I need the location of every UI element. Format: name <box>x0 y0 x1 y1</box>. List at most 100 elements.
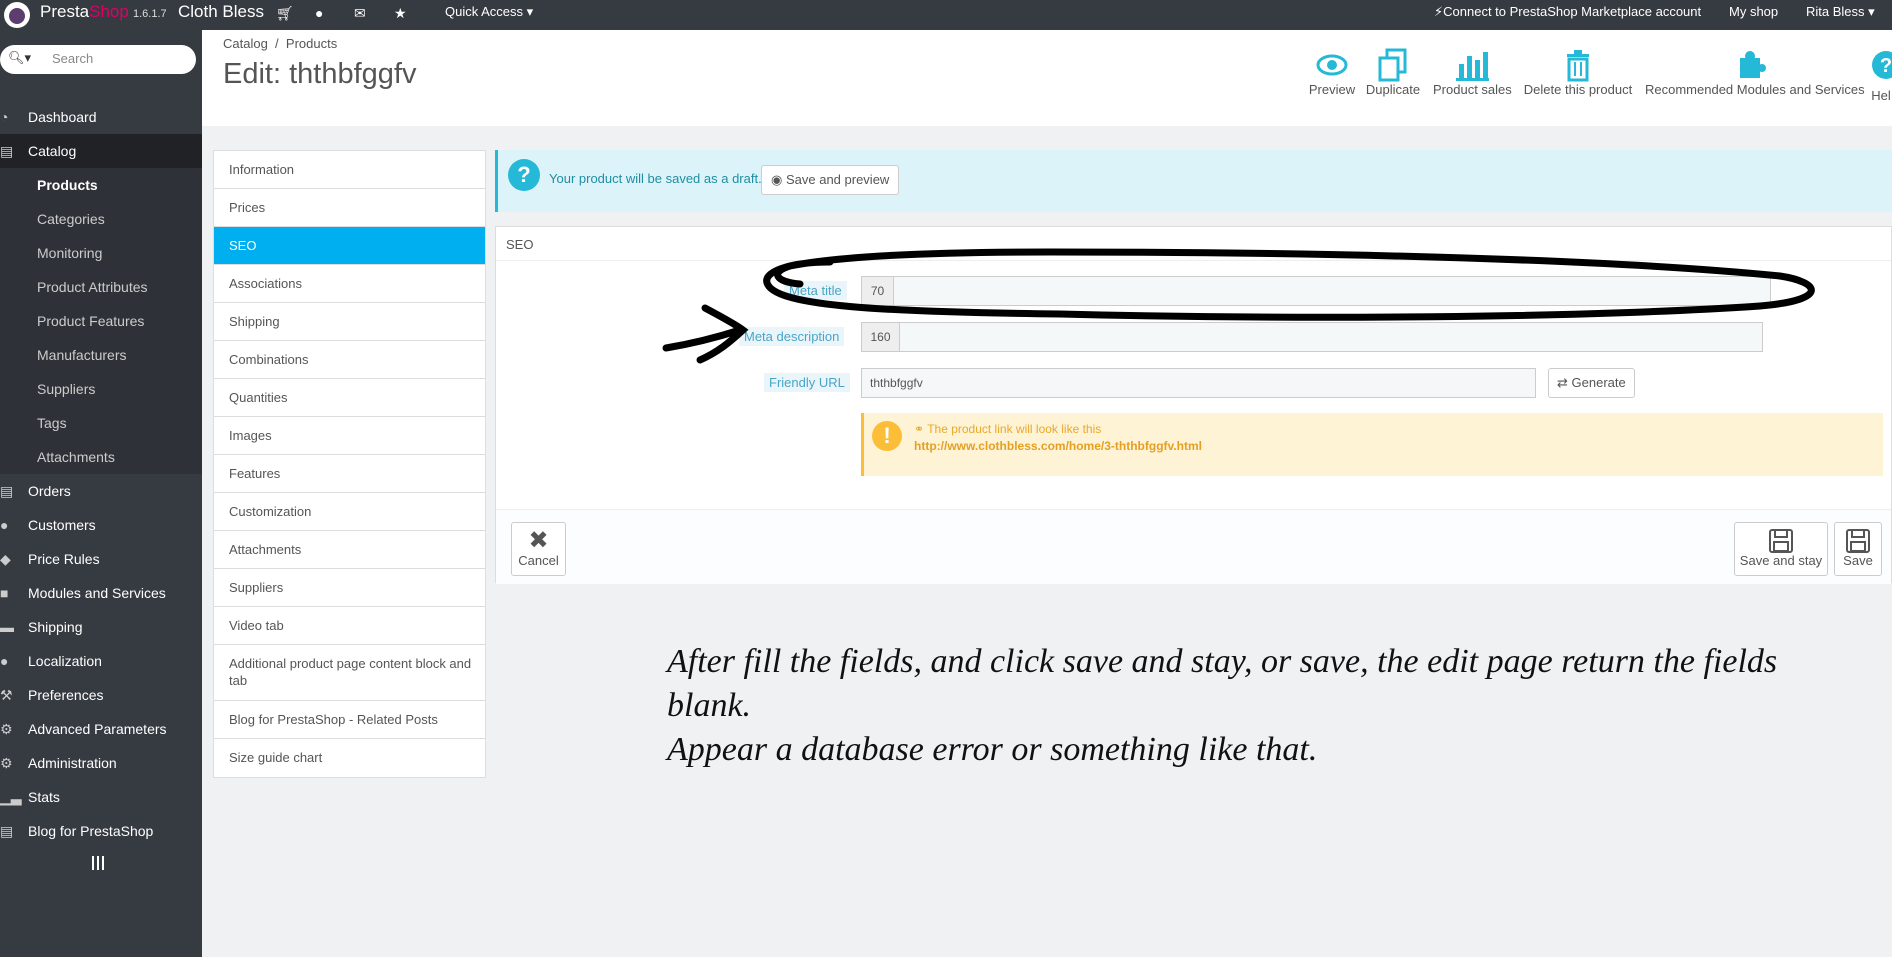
globe-icon: ● <box>0 653 9 669</box>
meta-description-input[interactable]: 160 <box>861 322 1763 352</box>
sidebar-item-dashboard[interactable]: ◔ Dashboard <box>0 100 202 134</box>
tab-size-guide[interactable]: Size guide chart <box>214 739 485 777</box>
eye-icon <box>1316 54 1348 76</box>
meta-title-input[interactable]: 70 <box>861 276 1771 306</box>
store-name[interactable]: Cloth Bless <box>178 0 264 30</box>
mail-icon[interactable]: ✉ <box>354 5 366 22</box>
book-icon: ▤ <box>0 143 14 159</box>
customer-icon[interactable]: ● <box>315 5 323 21</box>
tab-suppliers[interactable]: Suppliers <box>214 569 485 607</box>
sidebar-subitem-product-attributes[interactable]: Product Attributes <box>0 270 202 304</box>
tab-combinations[interactable]: Combinations <box>214 341 485 379</box>
sidebar-subitem-monitoring[interactable]: Monitoring <box>0 236 202 270</box>
blog-icon: ▤ <box>0 823 14 839</box>
tags-icon: ◆ <box>0 551 11 567</box>
collapse-sidebar-icon[interactable] <box>92 856 104 870</box>
close-icon: ✖ <box>528 527 549 554</box>
puzzle-icon: ■ <box>0 585 9 601</box>
sidebar-subitem-products[interactable]: Products <box>0 168 202 202</box>
dashboard-icon: ◔ <box>0 109 9 125</box>
sidebar-item-orders[interactable]: ▤ Orders <box>0 474 202 508</box>
search-icon[interactable]: 🔍︎▾ <box>8 50 31 66</box>
cart-icon[interactable]: 🛒︎ <box>276 5 294 22</box>
sidebar-item-shipping[interactable]: ▬ Shipping <box>0 610 202 644</box>
marketplace-connect-link[interactable]: ⚡Connect to PrestaShop Marketplace accou… <box>1434 0 1701 30</box>
duplicate-button[interactable]: Duplicate <box>1364 48 1422 97</box>
tab-information[interactable]: Information <box>214 151 485 189</box>
customers-icon: ● <box>0 517 9 533</box>
char-counter: 160 <box>862 323 900 351</box>
brand-name[interactable]: PrestaShop <box>40 0 129 30</box>
trophy-icon[interactable]: ★ <box>394 5 407 22</box>
exclamation-icon: ! <box>872 421 902 451</box>
draft-text: Your product will be saved as a draft. <box>549 171 762 186</box>
sidebar-item-stats[interactable]: ▁▃ Stats <box>0 780 202 814</box>
save-and-stay-button[interactable]: Save and stay <box>1734 522 1828 576</box>
preview-button[interactable]: Preview <box>1307 48 1357 97</box>
question-icon: ? <box>508 159 540 191</box>
breadcrumb-products[interactable]: Products <box>286 36 337 51</box>
sidebar-item-customers[interactable]: ● Customers <box>0 508 202 542</box>
tab-attachments[interactable]: Attachments <box>214 531 485 569</box>
sidebar-subitem-attachments[interactable]: Attachments <box>0 440 202 474</box>
cancel-button[interactable]: ✖ Cancel <box>511 522 566 576</box>
sidebar-item-administration[interactable]: ⚙ Administration <box>0 746 202 780</box>
sidebar-item-modules[interactable]: ■ Modules and Services <box>0 576 202 610</box>
generate-button[interactable]: ⇄ Generate <box>1548 368 1635 398</box>
tab-seo[interactable]: SEO <box>214 227 485 265</box>
tab-related-posts[interactable]: Blog for PrestaShop - Related Posts <box>214 701 485 739</box>
sidebar-subitem-manufacturers[interactable]: Manufacturers <box>0 338 202 372</box>
page-header: Catalog / Products Edit: ththbfggfv Prev… <box>202 30 1892 126</box>
meta-title-label: Meta title <box>784 281 847 300</box>
sidebar-item-blog[interactable]: ▤ Blog for PrestaShop <box>0 814 202 848</box>
help-icon: ? <box>1872 51 1892 79</box>
product-sales-button[interactable]: Product sales <box>1433 48 1512 97</box>
user-menu[interactable]: Rita Bless ▾ <box>1806 0 1875 30</box>
panel-footer: ✖ Cancel Save and stay Save <box>496 509 1891 584</box>
delete-product-button[interactable]: Delete this product <box>1523 48 1633 97</box>
plug-icon: ⚡ <box>1434 4 1444 19</box>
help-button[interactable]: ? Hel <box>1870 48 1892 103</box>
breadcrumb-catalog[interactable]: Catalog <box>223 36 268 51</box>
sidebar-subitem-tags[interactable]: Tags <box>0 406 202 440</box>
sidebar-item-catalog[interactable]: ▤ Catalog <box>0 134 202 168</box>
recommended-modules-button[interactable]: Recommended Modules and Services <box>1645 48 1865 97</box>
save-and-preview-button[interactable]: ◉ Save and preview <box>761 165 900 195</box>
random-icon: ⇄ <box>1557 375 1568 390</box>
tab-associations[interactable]: Associations <box>214 265 485 303</box>
search-input[interactable]: Search <box>52 51 93 66</box>
sidebar-subitem-categories[interactable]: Categories <box>0 202 202 236</box>
quick-access-menu[interactable]: Quick Access ▾ <box>445 0 533 30</box>
tab-video[interactable]: Video tab <box>214 607 485 645</box>
friendly-url-label: Friendly URL <box>764 373 850 392</box>
save-button[interactable]: Save <box>1834 522 1882 576</box>
tab-quantities[interactable]: Quantities <box>214 379 485 417</box>
orders-icon: ▤ <box>0 483 14 499</box>
sidebar-item-price-rules[interactable]: ◆ Price Rules <box>0 542 202 576</box>
gear-icon: ⚙ <box>0 755 13 771</box>
copy-icon <box>1378 48 1407 82</box>
sidebar-item-advanced-parameters[interactable]: ⚙ Advanced Parameters <box>0 712 202 746</box>
search-box[interactable]: 🔍︎▾ Search <box>0 45 196 74</box>
prestashop-logo[interactable] <box>4 2 30 28</box>
tab-customization[interactable]: Customization <box>214 493 485 531</box>
bar-chart-icon: ▁▃ <box>0 789 22 805</box>
tab-prices[interactable]: Prices <box>214 189 485 227</box>
version-label: 1.6.1.7 <box>133 8 167 20</box>
tab-shipping[interactable]: Shipping <box>214 303 485 341</box>
tab-images[interactable]: Images <box>214 417 485 455</box>
sidebar-subitem-product-features[interactable]: Product Features <box>0 304 202 338</box>
tab-additional-content[interactable]: Additional product page content block an… <box>214 645 485 701</box>
sidebar-item-localization[interactable]: ● Localization <box>0 644 202 678</box>
sidebar-subitem-suppliers[interactable]: Suppliers <box>0 372 202 406</box>
tab-features[interactable]: Features <box>214 455 485 493</box>
friendly-url-input[interactable]: ththbfggfv <box>861 368 1536 398</box>
puzzle-icon <box>1740 51 1766 78</box>
chevron-down-icon: ▾ <box>1868 4 1875 19</box>
product-link-url[interactable]: http://www.clothbless.com/home/3-ththbfg… <box>914 439 1202 453</box>
sidebar-item-preferences[interactable]: ⚒ Preferences <box>0 678 202 712</box>
page-title: Edit: ththbfggfv <box>223 58 417 90</box>
my-shop-link[interactable]: My shop <box>1729 0 1778 30</box>
sidebar: 🔍︎▾ Search ◔ Dashboard ▤ Catalog Products … <box>0 30 202 957</box>
product-link-warning: ! ⚭ The product link will look like this… <box>861 413 1883 476</box>
